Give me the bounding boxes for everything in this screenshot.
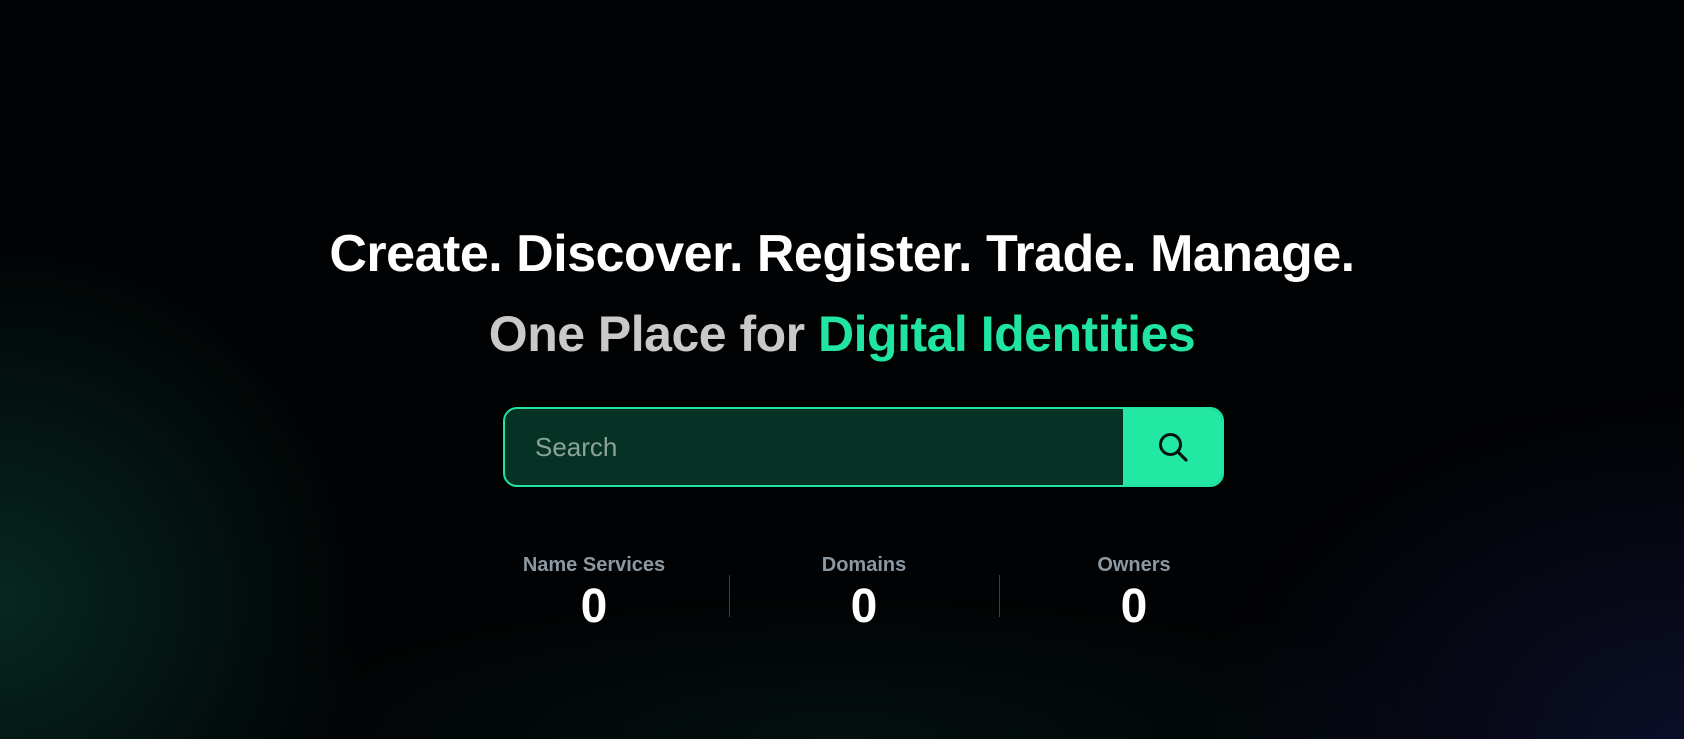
search-bar bbox=[503, 407, 1224, 487]
search-button[interactable] bbox=[1123, 409, 1222, 485]
stat-owners: Owners 0 bbox=[999, 550, 1269, 634]
hero-section: Create. Discover. Register. Trade. Manag… bbox=[0, 0, 1684, 739]
stat-value: 0 bbox=[580, 580, 608, 633]
stat-name-services: Name Services 0 bbox=[459, 550, 729, 634]
stats-bar: Name Services 0 Domains 0 Owners 0 bbox=[459, 550, 1269, 640]
hero-subheadline: One Place for Digital Identities bbox=[0, 302, 1684, 366]
subheadline-prefix: One Place for bbox=[488, 306, 819, 362]
stat-label: Name Services bbox=[522, 554, 666, 576]
search-input[interactable] bbox=[505, 409, 1125, 485]
stat-value: 0 bbox=[1120, 580, 1148, 633]
stat-value: 0 bbox=[850, 580, 878, 633]
search-icon bbox=[1158, 433, 1188, 462]
hero-headline: Create. Discover. Register. Trade. Manag… bbox=[329, 225, 1355, 283]
stat-domains: Domains 0 bbox=[729, 550, 999, 634]
stat-label: Owners bbox=[1097, 554, 1171, 576]
stat-label: Domains bbox=[821, 554, 907, 576]
subheadline-accent: Digital Identities bbox=[818, 306, 1196, 362]
